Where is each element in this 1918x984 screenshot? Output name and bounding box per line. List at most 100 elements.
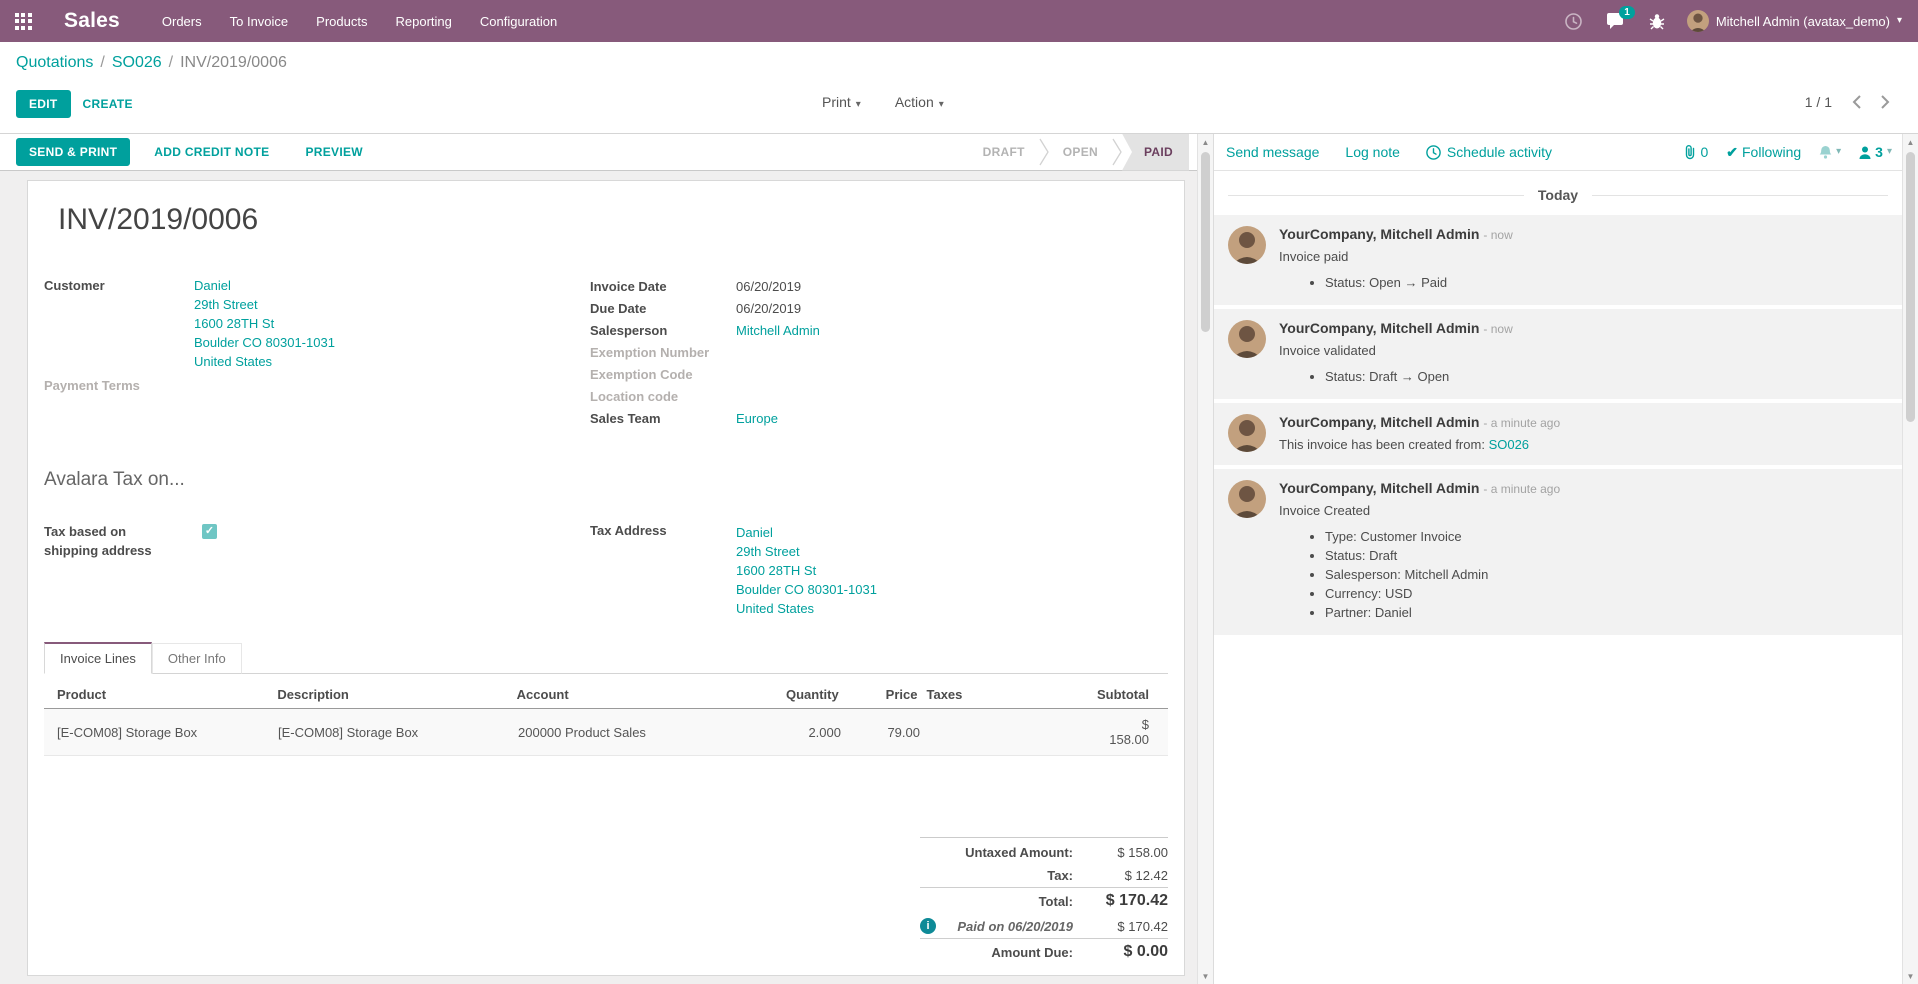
create-button[interactable]: CREATE (71, 91, 145, 117)
invoice-date-value[interactable]: 06/20/2019 (736, 277, 801, 297)
menu-reporting[interactable]: Reporting (381, 0, 465, 42)
debug-bug-icon[interactable] (1637, 0, 1677, 42)
so026-link[interactable]: SO026 (1489, 437, 1529, 452)
breadcrumb-quotations[interactable]: Quotations (16, 54, 93, 71)
preview-button[interactable]: PREVIEW (293, 139, 374, 165)
message-time: - a minute ago (1483, 416, 1560, 430)
exemption-number-label: Exemption Number (590, 343, 736, 363)
untaxed-amount-label: Untaxed Amount: (965, 845, 1073, 860)
messages-bubble-icon[interactable]: 1 (1594, 0, 1637, 42)
scroll-up-icon[interactable]: ▲ (1198, 134, 1213, 150)
pager-next-icon[interactable] (1881, 95, 1890, 109)
action-dropdown[interactable]: Action▾ (895, 94, 944, 110)
tax-address-label: Tax Address (590, 523, 736, 618)
followers-button[interactable]: 3 ▾ (1859, 144, 1892, 160)
status-separator-icon (1039, 139, 1049, 165)
pager-value[interactable]: 1 / 1 (1805, 94, 1832, 110)
sales-team-link[interactable]: Europe (736, 409, 778, 429)
table-row[interactable]: [E-COM08] Storage Box [E-COM08] Storage … (44, 709, 1168, 756)
message-text-prefix: This invoice has been created from: (1279, 437, 1489, 452)
message-invoice-created: YourCompany, Mitchell Admin- a minute ag… (1214, 469, 1902, 635)
attachment-button[interactable]: 0 (1684, 144, 1708, 160)
customer-address-link[interactable]: Daniel 29th Street 1600 28TH St Boulder … (194, 276, 335, 371)
avatar (1228, 320, 1266, 358)
scroll-up-icon[interactable]: ▲ (1903, 134, 1918, 150)
pager-previous-icon[interactable] (1852, 95, 1861, 109)
col-price: Price (839, 687, 918, 702)
send-message-button[interactable]: Send message (1226, 144, 1319, 160)
add-credit-note-button[interactable]: ADD CREDIT NOTE (142, 139, 281, 165)
menu-products[interactable]: Products (302, 0, 381, 42)
col-subtotal: Subtotal (1097, 687, 1168, 702)
activity-bell-button[interactable]: ▾ (1819, 145, 1841, 159)
customer-street: 29th Street (194, 295, 335, 314)
tax-address-link[interactable]: Daniel 29th Street 1600 28TH St Boulder … (736, 523, 877, 618)
menu-orders[interactable]: Orders (148, 0, 216, 42)
cell-product: [E-COM08] Storage Box (44, 725, 278, 740)
app-title: Sales (64, 9, 120, 33)
col-account: Account (517, 687, 756, 702)
status-draft[interactable]: DRAFT (969, 145, 1039, 159)
due-date-value[interactable]: 06/20/2019 (736, 299, 801, 319)
payment-info-icon[interactable]: i (920, 918, 936, 934)
user-menu[interactable]: Mitchell Admin (avatax_demo) ▾ (1677, 0, 1918, 42)
col-quantity: Quantity (756, 687, 839, 702)
scrollbar-thumb[interactable] (1906, 152, 1915, 422)
col-product: Product (44, 687, 277, 702)
exemption-code-label: Exemption Code (590, 365, 736, 385)
chatter-panel: Send message Log note Schedule activity … (1213, 134, 1902, 984)
message-author: YourCompany, Mitchell Admin (1279, 320, 1479, 336)
col-taxes: Taxes (917, 687, 1097, 702)
menu-configuration[interactable]: Configuration (466, 0, 571, 42)
send-print-button[interactable]: SEND & PRINT (16, 138, 130, 166)
tax-shipping-checkbox[interactable]: ✓ (202, 524, 217, 539)
message-text: This invoice has been created from: SO02… (1279, 437, 1888, 452)
schedule-activity-button[interactable]: Schedule activity (1426, 144, 1552, 160)
apps-menu-icon[interactable] (0, 0, 46, 42)
cell-price: 79.00 (841, 725, 920, 740)
tax-address-street2: 1600 28TH St (736, 561, 877, 580)
chatter-scrollbar[interactable]: ▲ ▼ (1902, 134, 1918, 984)
untaxed-amount-value: $ 158.00 (1073, 845, 1168, 860)
form-scrollbar[interactable]: ▲ ▼ (1197, 134, 1213, 984)
activities-clock-icon[interactable] (1553, 0, 1594, 42)
edit-button[interactable]: EDIT (16, 90, 71, 118)
user-avatar (1687, 10, 1709, 32)
scroll-down-icon[interactable]: ▼ (1903, 968, 1918, 984)
menu-to-invoice[interactable]: To Invoice (216, 0, 303, 42)
breadcrumb-separator: / (100, 54, 104, 71)
status-open[interactable]: OPEN (1049, 145, 1112, 159)
payment-terms-label: Payment Terms (44, 376, 194, 396)
following-button[interactable]: ✔ Following (1726, 144, 1801, 161)
customer-name[interactable]: Daniel (194, 276, 335, 295)
avatar (1228, 480, 1266, 518)
check-icon: ✔ (1726, 144, 1738, 161)
clock-icon (1426, 145, 1441, 160)
tax-address-name[interactable]: Daniel (736, 523, 877, 542)
tax-address-city: Boulder CO 80301-1031 (736, 580, 877, 599)
message-text: Invoice Created (1279, 503, 1888, 518)
message-author: YourCompany, Mitchell Admin (1279, 480, 1479, 496)
customer-city: Boulder CO 80301-1031 (194, 333, 335, 352)
tracking-value: Partner: Daniel (1325, 603, 1888, 622)
tab-invoice-lines[interactable]: Invoice Lines (44, 642, 152, 674)
invoice-lines-table: Product Description Account Quantity Pri… (44, 681, 1168, 756)
tracking-value: Type: Customer Invoice (1325, 527, 1888, 546)
status-separator-icon (1112, 139, 1122, 165)
chevron-down-icon: ▾ (939, 99, 944, 110)
scroll-down-icon[interactable]: ▼ (1198, 968, 1213, 984)
paperclip-icon (1684, 145, 1696, 160)
status-widget: DRAFT OPEN PAID (969, 134, 1189, 171)
breadcrumb-so026[interactable]: SO026 (112, 54, 162, 71)
print-dropdown[interactable]: Print▾ (822, 94, 861, 110)
log-note-button[interactable]: Log note (1345, 144, 1400, 160)
paid-value: $ 170.42 (1073, 919, 1168, 934)
tax-label: Tax: (1047, 868, 1073, 883)
status-paid[interactable]: PAID (1122, 134, 1189, 171)
total-label: Total: (1039, 894, 1073, 909)
scrollbar-thumb[interactable] (1201, 152, 1210, 332)
amount-due-value: $ 0.00 (1073, 943, 1168, 961)
tax-address-street: 29th Street (736, 542, 877, 561)
tab-other-info[interactable]: Other Info (152, 643, 242, 674)
salesperson-link[interactable]: Mitchell Admin (736, 321, 820, 341)
